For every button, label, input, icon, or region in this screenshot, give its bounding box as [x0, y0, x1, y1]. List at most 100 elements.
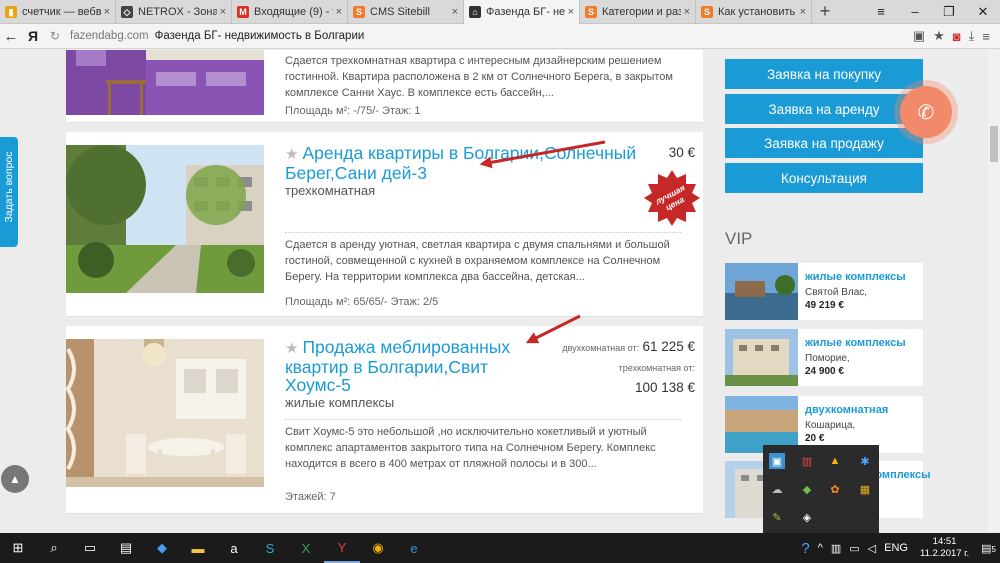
chrome-icon[interactable]: ◉ [360, 533, 396, 563]
ask-question-tab[interactable]: Задать вопрос [0, 137, 18, 247]
tray-overflow-chevron-icon[interactable]: ^ [814, 542, 827, 554]
browser-tab-title: NETROX - Зона общ [138, 6, 217, 18]
vip-item[interactable]: жилые комплексы Поморие, 24 900 € [725, 329, 923, 386]
search-icon[interactable]: ⌕ [36, 533, 72, 563]
browser-tab[interactable]: S CMS Sitebill × [348, 0, 464, 24]
language-indicator[interactable]: ENG [880, 542, 912, 554]
close-tab-icon[interactable]: × [220, 6, 226, 18]
tray-app-icon[interactable]: ▣ [769, 453, 785, 469]
amazon-icon[interactable]: a [216, 533, 252, 563]
tray-app-icon[interactable]: ▲ [827, 453, 843, 469]
file-explorer-icon[interactable]: ▬ [180, 533, 216, 563]
task-view-icon[interactable]: ▭ [72, 533, 108, 563]
close-tab-icon[interactable]: × [568, 6, 574, 18]
address-bar: ← Я ↻ fazendabg.com Фазенда БГ- недвижим… [0, 24, 1000, 49]
vip-title[interactable]: жилые комплексы [805, 271, 906, 283]
browser-tab[interactable]: ◇ NETROX - Зона общ× [116, 0, 232, 24]
edge-icon[interactable]: e [396, 533, 432, 563]
tray-app-icon[interactable]: ✿ [827, 481, 843, 497]
extension-icon[interactable]: ▣ [913, 28, 925, 44]
download-icon[interactable]: ⤓ [969, 28, 975, 44]
yandex-logo[interactable]: Я [22, 28, 44, 44]
tray-app-icon[interactable]: ☁ [769, 481, 785, 497]
address-bar-icons: ▣ ★ ◙ ⤓ ≡ [913, 28, 1000, 44]
browser-tab[interactable]: M Входящие (9) - fazen× [232, 0, 348, 24]
menu-icon[interactable]: ≡ [982, 29, 990, 44]
home-icon: ⌂ [469, 6, 481, 18]
ask-question-label[interactable]: Задать вопрос [3, 136, 15, 238]
url-host: fazendabg.com [70, 30, 149, 42]
vip-location: Кошарица, [805, 420, 856, 431]
tray-app-icon[interactable]: ✎ [769, 509, 785, 525]
vip-item[interactable]: жилые комплексы Святой Влас, 49 219 € [725, 263, 923, 320]
browser-tab[interactable]: ▮ счетчик — вебвизор× [0, 0, 116, 24]
vip-price: 20 € [805, 433, 825, 444]
sitebill-icon: S [353, 6, 365, 18]
clock-time: 14:51 [932, 536, 957, 547]
sitebill-icon: S [701, 6, 713, 18]
close-tab-icon[interactable]: × [336, 6, 342, 18]
rent-request-button[interactable]: Заявка на аренду [725, 94, 923, 124]
windows-start-icon[interactable]: ⊞ [0, 533, 36, 563]
notification-center-icon[interactable]: ▤5 [977, 542, 1000, 555]
network-icon[interactable]: ▥ [827, 542, 845, 555]
yandex-browser-icon[interactable]: Y [324, 533, 360, 563]
vip-title[interactable]: жилые комплексы [805, 337, 906, 349]
reload-icon[interactable]: ↻ [44, 29, 66, 43]
skype-icon[interactable]: S [252, 533, 288, 563]
notification-count: 5 [991, 544, 996, 554]
store-icon[interactable]: ▤ [108, 533, 144, 563]
minimize-icon[interactable]: – [898, 0, 932, 23]
clock[interactable]: 14:51 11.2.2017 г. [912, 536, 977, 560]
tray-app-icon[interactable]: ◆ [799, 481, 815, 497]
scroll-to-top-icon[interactable]: ▲ [1, 465, 29, 493]
menu-icon[interactable]: ≡ [864, 0, 898, 23]
browser-tab-title: Входящие (9) - fazen [254, 6, 333, 18]
tray-app-icon[interactable]: ▦ [857, 481, 873, 497]
browser-tab[interactable]: S Как установить дату× [696, 0, 812, 24]
gmail-icon: M [237, 6, 249, 18]
browser-tab-title: Категории и раздел [602, 6, 681, 18]
vip-location: Поморие, [805, 353, 850, 364]
close-tab-icon[interactable]: × [684, 6, 690, 18]
buy-request-button[interactable]: Заявка на покупку [725, 59, 923, 89]
bar-chart-icon: ▮ [5, 6, 17, 18]
vip-photo[interactable] [725, 263, 798, 320]
maximize-icon[interactable]: ❐ [932, 0, 966, 23]
browser-tab-bar: ▮счетчик — вебвизор×◇NETROX - Зона общ×M… [0, 0, 1000, 24]
vip-price: 49 219 € [805, 300, 844, 311]
vip-title[interactable]: комплексы [870, 469, 931, 481]
shield-icon[interactable]: ◈ [799, 509, 815, 525]
browser-tab[interactable]: ⌂ Фазенда БГ- недв× [464, 0, 580, 24]
tray-app-icon[interactable]: ▥ [799, 453, 815, 469]
dropbox-icon[interactable]: ◆ [144, 533, 180, 563]
browser-tab[interactable]: S Категории и раздел× [580, 0, 696, 24]
scrollbar-thumb[interactable] [990, 126, 998, 162]
close-icon[interactable]: ✕ [966, 0, 1000, 23]
clock-date: 11.2.2017 г. [919, 548, 970, 559]
browser-tab-title: счетчик — вебвизор [22, 6, 101, 18]
window-controls: ≡ – ❐ ✕ [864, 0, 1000, 23]
url-page-title: Фазенда БГ- недвижимость в Болгарии [154, 30, 365, 42]
vip-photo[interactable] [725, 329, 798, 386]
phone-callback-icon[interactable]: ✆ [900, 86, 952, 138]
vip-title[interactable]: двухкомнатная [805, 404, 888, 416]
page-scrollbar[interactable] [988, 50, 1000, 532]
bookmark-star-icon[interactable]: ★ [933, 28, 945, 44]
windows-taskbar: ⊞ ⌕ ▭ ▤ ◆ ▬ a S X Y ◉ e ? ^ ▥ ▭ ◁ ENG 14… [0, 533, 1000, 563]
addon-icon[interactable]: ◙ [953, 29, 961, 44]
volume-icon[interactable]: ◁ [864, 542, 880, 555]
new-tab-button[interactable]: + [812, 0, 838, 23]
back-arrow-icon[interactable]: ← [0, 28, 22, 45]
close-tab-icon[interactable]: × [452, 6, 458, 18]
vip-location: Святой Влас, [805, 287, 868, 298]
close-tab-icon[interactable]: × [104, 6, 110, 18]
excel-icon[interactable]: X [288, 533, 324, 563]
help-icon[interactable]: ? [797, 540, 813, 557]
bluetooth-icon[interactable]: ✱ [857, 453, 873, 469]
battery-icon[interactable]: ▭ [845, 542, 863, 555]
close-tab-icon[interactable]: × [800, 6, 806, 18]
url-field[interactable]: fazendabg.com Фазенда БГ- недвижимость в… [70, 26, 900, 47]
consultation-button[interactable]: Консультация [725, 163, 923, 193]
sell-request-button[interactable]: Заявка на продажу [725, 128, 923, 158]
